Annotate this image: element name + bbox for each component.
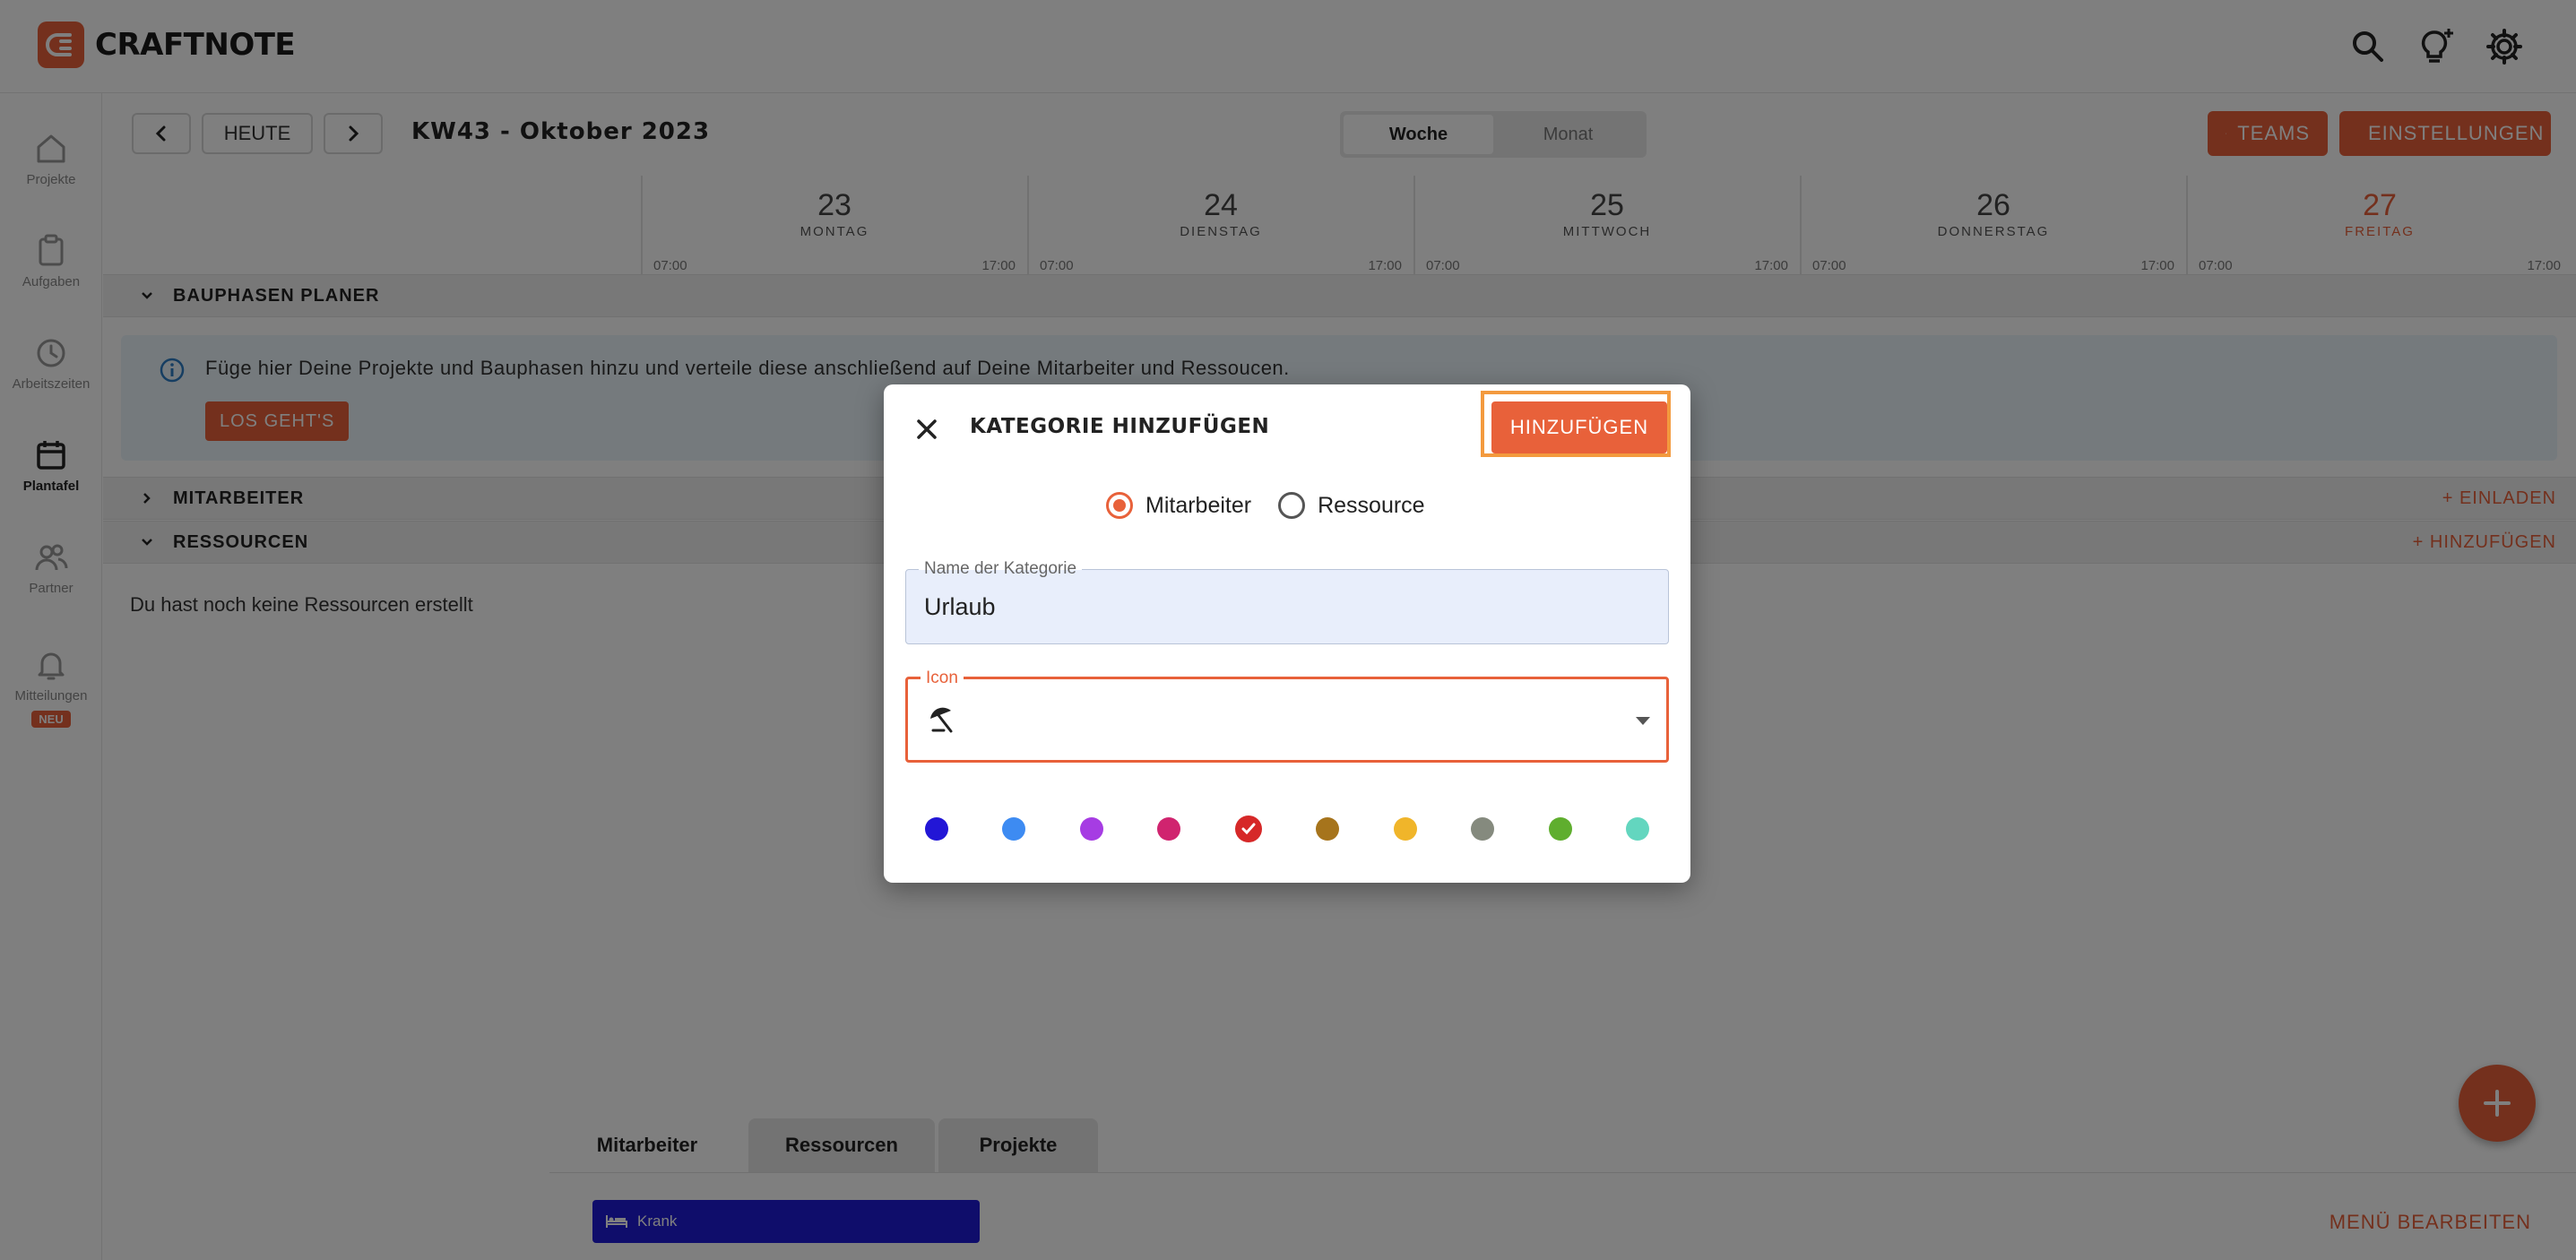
color-swatch[interactable] xyxy=(1548,817,1572,841)
radio-label: Ressource xyxy=(1318,492,1425,518)
close-button[interactable] xyxy=(909,411,945,447)
radio-mitarbeiter[interactable]: Mitarbeiter xyxy=(1106,492,1251,519)
color-swatch[interactable] xyxy=(1625,817,1649,841)
radio-indicator xyxy=(1278,492,1306,519)
dropdown-caret-icon xyxy=(1636,717,1650,725)
add-category-dialog: KATEGORIE HINZUFÜGEN HINZUFÜGEN Mitarbei… xyxy=(884,384,1690,883)
icon-select[interactable]: Icon xyxy=(905,669,1669,763)
add-category-button[interactable]: HINZUFÜGEN xyxy=(1491,401,1667,453)
close-icon xyxy=(917,419,937,439)
color-swatch[interactable] xyxy=(1002,817,1026,841)
color-swatch[interactable] xyxy=(1079,817,1103,841)
color-swatch[interactable] xyxy=(925,817,948,841)
radio-ressource[interactable]: Ressource xyxy=(1278,492,1425,519)
color-swatch[interactable] xyxy=(1393,817,1417,841)
color-picker xyxy=(925,816,1649,842)
color-swatch[interactable] xyxy=(1316,817,1340,841)
beach-umbrella-icon xyxy=(930,707,953,733)
add-button-highlight: HINZUFÜGEN xyxy=(1481,391,1671,457)
color-swatch[interactable] xyxy=(1157,817,1181,841)
radio-selected-indicator xyxy=(1106,492,1133,519)
color-swatch[interactable] xyxy=(1471,817,1495,841)
radio-label: Mitarbeiter xyxy=(1145,492,1252,518)
color-swatch-selected[interactable] xyxy=(1234,816,1262,842)
dialog-title: KATEGORIE HINZUFÜGEN xyxy=(970,415,1270,438)
field-label: Name der Kategorie xyxy=(919,560,1083,578)
check-icon xyxy=(1241,823,1256,835)
category-type-radios: Mitarbeiter Ressource xyxy=(1106,492,1425,519)
category-name-field[interactable]: Name der Kategorie Urlaub xyxy=(905,560,1669,644)
field-label: Icon xyxy=(921,669,964,687)
category-name-input[interactable]: Urlaub xyxy=(924,593,996,621)
